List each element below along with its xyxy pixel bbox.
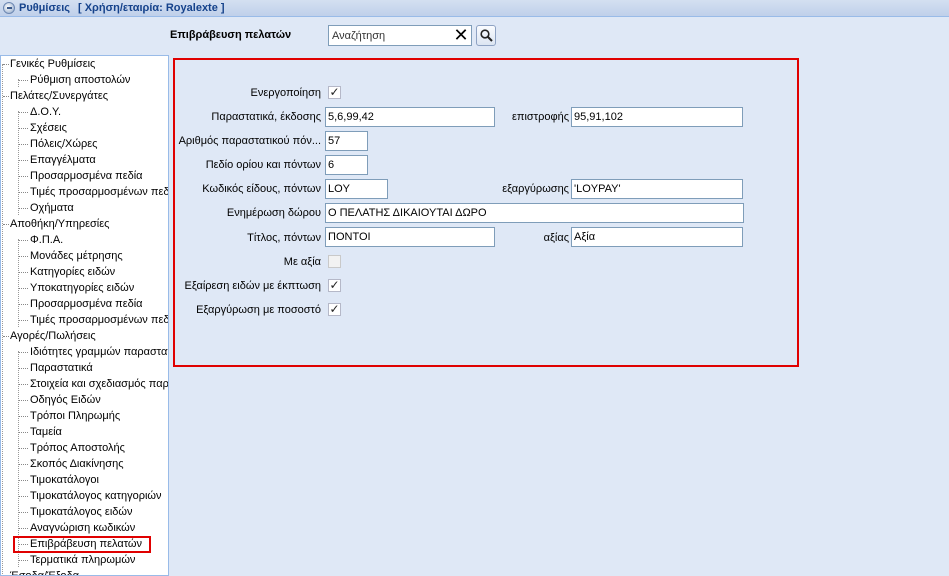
section-title: Επιβράβευση πελατών (170, 29, 292, 41)
window-titlebar: Ρυθμίσεις [ Χρήση/εταιρία: Royalexte ] (0, 0, 949, 17)
search-input[interactable]: Αναζήτηση ✕ (328, 25, 472, 46)
tree-item[interactable]: Οχήματα (1, 200, 168, 216)
activation-label: Ενεργοποίηση (250, 87, 321, 99)
tree-item[interactable]: Τιμοκατάλογος κατηγοριών (1, 488, 168, 504)
window-title: Ρυθμίσεις (19, 2, 70, 14)
tree-group[interactable]: Γενικές Ρυθμίσεις (1, 56, 168, 72)
tree-group[interactable]: Έσοδα/Έξοδα (1, 568, 168, 575)
settings-tree: Γενικές Ρυθμίσεις Ρύθμιση αποστολών Πελάτε… (0, 55, 169, 576)
tree-item[interactable]: Ιδιότητες γραμμών παραστατ (1, 344, 168, 360)
tree-item[interactable]: Ρύθμιση αποστολών (1, 72, 168, 88)
tree-item[interactable]: Σχέσεις (1, 120, 168, 136)
tree-item[interactable]: Προσαρμοσμένα πεδία (1, 296, 168, 312)
tree-item[interactable]: Τιμοκατάλογοι (1, 472, 168, 488)
with-value-checkbox[interactable] (328, 255, 341, 268)
clear-search-icon[interactable]: ✕ (453, 26, 469, 44)
tree-item[interactable]: Σκοπός Διακίνησης (1, 456, 168, 472)
doc-number-field[interactable]: 57 (325, 131, 368, 151)
exclude-discount-label: Εξαίρεση ειδών με έκπτωση (184, 280, 322, 292)
tree-item[interactable]: Τιμές προσαρμοσμένων πεδ (1, 184, 168, 200)
tree-group[interactable]: Πελάτες/Συνεργάτες (1, 88, 168, 104)
company-label: [ Χρήση/εταιρία: Royalexte ] (78, 2, 225, 14)
with-value-label: Με αξία (283, 256, 321, 268)
tree-item[interactable]: Τρόποι Πληρωμής (1, 408, 168, 424)
activation-checkbox[interactable]: ✓ (328, 86, 341, 99)
tree-item[interactable]: Τρόπος Αποστολής (1, 440, 168, 456)
redeem-label: εξαργύρωσης (502, 183, 569, 195)
value-label: αξίας (543, 232, 569, 244)
search-button[interactable] (476, 25, 496, 46)
tree-item[interactable]: Οδηγός Ειδών (1, 392, 168, 408)
tree-item[interactable]: Πόλεις/Χώρες (1, 136, 168, 152)
search-icon (480, 29, 493, 42)
redeem-percent-label: Εξαργύρωση με ποσοστό (196, 304, 321, 316)
tree-item[interactable]: Στοιχεία και σχεδιασμός παρα (1, 376, 168, 392)
gift-notice-label: Ενημέρωση δώρου (226, 207, 321, 219)
return-label: επιστροφής (512, 111, 569, 123)
redeem-percent-checkbox[interactable]: ✓ (328, 303, 341, 316)
tree-item[interactable]: Παραστατικά (1, 360, 168, 376)
tree-item[interactable]: Τερματικά πληρωμών (1, 552, 168, 568)
tree-item[interactable]: Τιμές προσαρμοσμένων πεδ (1, 312, 168, 328)
documents-issue-field[interactable]: 5,6,99,42 (325, 107, 495, 127)
gift-notice-field[interactable]: Ο ΠΕΛΑΤΗΣ ΔΙΚΑΙΟΥΤΑΙ ΔΩΡΟ (325, 203, 744, 223)
tree-item[interactable]: Ταμεία (1, 424, 168, 440)
tree-item[interactable]: Προσαρμοσμένα πεδία (1, 168, 168, 184)
redeem-field[interactable]: 'LOYPAY' (571, 179, 743, 199)
limit-field-label: Πεδίο ορίου και πόντων (205, 159, 321, 171)
search-input-value: Αναζήτηση (332, 29, 386, 42)
points-title-field[interactable]: ΠΟΝΤΟΙ (325, 227, 495, 247)
tree-item[interactable]: Τιμοκατάλογος ειδών (1, 504, 168, 520)
tree-item[interactable]: Επαγγέλματα (1, 152, 168, 168)
tree-item[interactable]: Φ.Π.Α. (1, 232, 168, 248)
tree-item[interactable]: Αναγνώριση κωδικών (1, 520, 168, 536)
tree-group[interactable]: Αγορές/Πωλήσεις (1, 328, 168, 344)
selected-item-highlight (13, 536, 151, 553)
tree-item[interactable]: Μονάδες μέτρησης (1, 248, 168, 264)
documents-issue-label: Παραστατικά, έκδοσης (211, 111, 321, 123)
exclude-discount-checkbox[interactable]: ✓ (328, 279, 341, 292)
tree-group[interactable]: Αποθήκη/Υπηρεσίες (1, 216, 168, 232)
item-code-field[interactable]: LOY (325, 179, 388, 199)
limit-field[interactable]: 6 (325, 155, 368, 175)
doc-number-label: Αριθμός παραστατικού πόν... (178, 135, 321, 147)
return-field[interactable]: 95,91,102 (571, 107, 743, 127)
value-field[interactable]: Αξία (571, 227, 743, 247)
item-code-label: Κωδικός είδους, πόντων (202, 183, 321, 195)
tree-item[interactable]: Δ.Ο.Υ. (1, 104, 168, 120)
tree-item[interactable]: Κατηγορίες ειδών (1, 264, 168, 280)
settings-icon (3, 2, 15, 14)
points-title-label: Τίτλος, πόντων (247, 232, 321, 244)
loyalty-settings-panel: Ενεργοποίηση ✓ Παραστατικά, έκδοσης 5,6,… (173, 58, 799, 367)
tree-item[interactable]: Υποκατηγορίες ειδών (1, 280, 168, 296)
